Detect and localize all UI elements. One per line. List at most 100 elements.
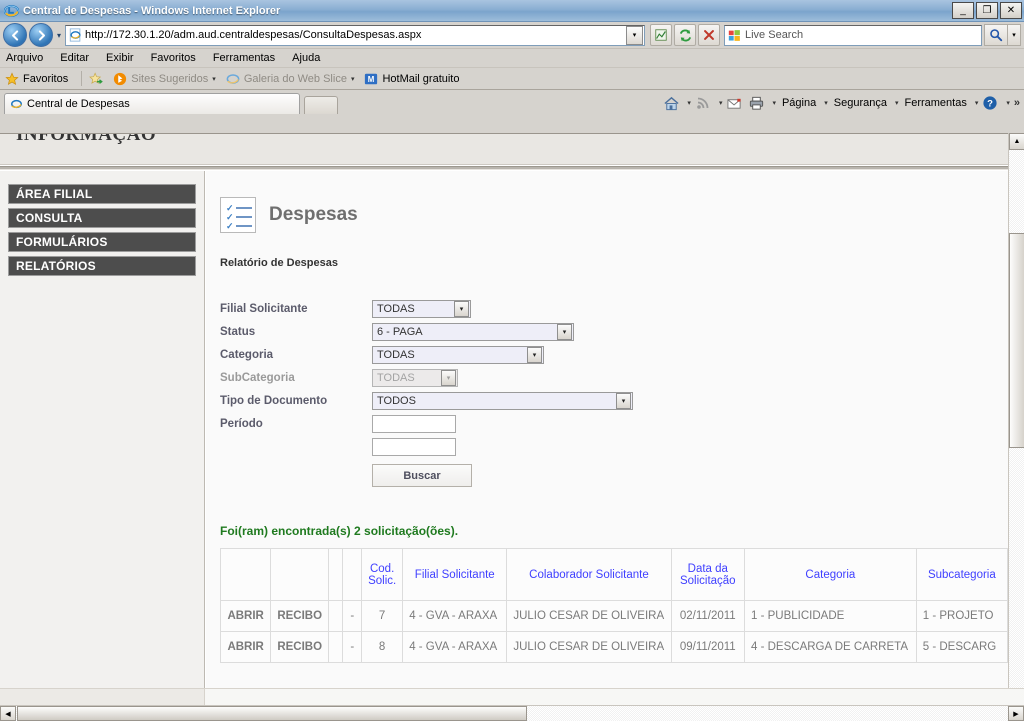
chevron-down-icon[interactable]: ▾ <box>1006 99 1010 107</box>
restore-button[interactable]: ❐ <box>976 2 998 19</box>
form-row-filial: Filial Solicitante TODAS ▾ <box>220 297 1008 320</box>
search-options-dropdown[interactable]: ▾ <box>1008 24 1021 46</box>
menu-item-exibir[interactable]: Exibir <box>106 52 134 64</box>
horizontal-scrollbar[interactable]: ◀ ▶ <box>0 705 1024 721</box>
status-segment <box>0 689 205 705</box>
minimize-button[interactable]: _ <box>952 2 974 19</box>
vertical-scrollbar[interactable]: ▲ ▼ <box>1008 133 1024 705</box>
sidebar-item-area-filial[interactable]: ÁREA FILIAL <box>8 184 196 204</box>
svg-text:?: ? <box>987 99 993 110</box>
chevron-down-icon[interactable]: ▾ <box>454 300 469 317</box>
select-filial-solicitante[interactable]: TODAS ▾ <box>372 299 471 318</box>
chevron-down-icon[interactable]: ▾ <box>772 99 776 107</box>
abrir-link[interactable]: ABRIR <box>219 631 272 663</box>
buscar-button[interactable]: Buscar <box>372 464 472 487</box>
home-icon[interactable] <box>661 93 681 113</box>
chevron-down-icon[interactable]: ▾ <box>895 99 899 107</box>
cell-filial: 4 - GVA - ARAXA <box>402 631 508 663</box>
star-icon <box>5 71 19 86</box>
favorites-label: Favoritos <box>23 72 69 85</box>
favorites-separator <box>81 71 83 86</box>
suggested-sites-item[interactable]: Sites Sugeridos ▾ <box>113 72 216 86</box>
url-bar[interactable]: http://172.30.1.20/adm.aud.centraldespes… <box>65 24 645 46</box>
window-controls: _ ❐ ✕ <box>952 2 1022 19</box>
chevron-down-icon[interactable]: ▾ <box>212 75 216 83</box>
sidebar-item-consulta[interactable]: CONSULTA <box>8 208 196 228</box>
help-icon[interactable]: ? <box>980 93 1000 113</box>
menu-bar: Arquivo Editar Exibir Favoritos Ferramen… <box>0 49 1024 68</box>
periodo-to-input[interactable] <box>372 437 456 456</box>
add-favorites-icon[interactable] <box>89 71 104 86</box>
close-button[interactable]: ✕ <box>1000 2 1022 19</box>
command-pagina[interactable]: Página <box>782 97 816 109</box>
chevron-down-icon[interactable]: ▾ <box>975 99 979 107</box>
back-button[interactable] <box>3 23 27 47</box>
recibo-link[interactable]: RECIBO <box>270 631 330 663</box>
chevron-down-icon[interactable]: ▾ <box>557 323 572 340</box>
menu-item-arquivo[interactable]: Arquivo <box>6 52 43 64</box>
horizontal-scroll-thumb[interactable] <box>17 706 527 721</box>
search-input[interactable]: Live Search <box>724 24 982 46</box>
label-filial-solicitante: Filial Solicitante <box>220 302 308 315</box>
select-value: TODAS <box>377 302 415 315</box>
periodo-from-input[interactable] <box>372 414 456 433</box>
form-row-periodo-to <box>220 435 1008 458</box>
refresh-icon[interactable] <box>674 24 696 46</box>
new-tab-button[interactable] <box>304 96 338 114</box>
chevron-down-icon[interactable]: ▾ <box>719 99 723 107</box>
label-status: Status <box>220 325 256 338</box>
recibo-link[interactable]: RECIBO <box>270 600 330 632</box>
vertical-scroll-thumb[interactable] <box>1009 233 1024 448</box>
hotmail-item[interactable]: M HotMail gratuito <box>364 72 460 86</box>
tab-central-de-despesas[interactable]: Central de Despesas <box>4 93 300 114</box>
mail-icon[interactable] <box>724 93 744 113</box>
web-slice-gallery-item[interactable]: Galeria do Web Slice ▾ <box>226 72 355 86</box>
command-ferramentas[interactable]: Ferramentas <box>904 97 966 109</box>
select-tipo-de-documento[interactable]: TODOS ▾ <box>372 391 633 410</box>
menu-item-ferramentas[interactable]: Ferramentas <box>213 52 275 64</box>
chevron-down-icon[interactable]: ▾ <box>687 99 691 107</box>
command-seguranca[interactable]: Segurança <box>834 97 887 109</box>
menu-item-editar[interactable]: Editar <box>60 52 89 64</box>
forward-button[interactable] <box>29 23 53 47</box>
sidebar: ÁREA FILIAL CONSULTA FORMULÁRIOS RELATÓR… <box>0 171 205 705</box>
scroll-right-button[interactable]: ▶ <box>1008 706 1024 721</box>
tab-favicon <box>10 97 23 111</box>
cell-data: 02/11/2011 <box>670 600 746 632</box>
menu-item-ajuda[interactable]: Ajuda <box>292 52 320 64</box>
url-dropdown-button[interactable]: ▾ <box>626 25 643 45</box>
compatibility-view-icon[interactable] <box>650 24 672 46</box>
history-dropdown-icon[interactable]: ▾ <box>53 31 65 40</box>
menu-item-favoritos[interactable]: Favoritos <box>151 52 196 64</box>
bing-icon <box>113 72 127 86</box>
cell-blank <box>328 600 344 632</box>
favorites-button[interactable]: Favoritos <box>5 71 69 86</box>
sidebar-item-formularios[interactable]: FORMULÁRIOS <box>8 232 196 252</box>
table-row: ABRIR RECIBO - 7 4 - GVA - ARAXA JULIO C… <box>219 600 1008 632</box>
rss-feed-icon[interactable] <box>693 93 713 113</box>
chevron-down-icon[interactable]: ▾ <box>824 99 828 107</box>
col-colaborador-solicitante: Colaborador Solicitante <box>506 548 672 601</box>
form-row-periodo: Período <box>220 412 1008 435</box>
cell-data: 09/11/2011 <box>670 631 746 663</box>
tab-title: Central de Despesas <box>27 98 130 110</box>
select-categoria[interactable]: TODAS ▾ <box>372 345 544 364</box>
chevron-down-icon[interactable]: ▾ <box>616 392 631 409</box>
search-go-button[interactable] <box>984 24 1008 46</box>
abrir-link[interactable]: ABRIR <box>219 600 272 632</box>
select-status[interactable]: 6 - PAGA ▾ <box>372 322 574 341</box>
chevron-down-icon[interactable]: ▾ <box>351 75 355 83</box>
page-content: INFORMAÇÃO ÁREA FILIAL CONSULTA FORMULÁR… <box>0 133 1008 705</box>
command-overflow-button[interactable]: » <box>1014 97 1020 109</box>
svg-text:M: M <box>368 75 375 84</box>
hotmail-icon: M <box>364 72 378 86</box>
scroll-up-button[interactable]: ▲ <box>1009 133 1024 150</box>
stop-icon[interactable] <box>698 24 720 46</box>
printer-icon[interactable] <box>746 93 766 113</box>
cell-subcategoria: 5 - DESCARG <box>915 631 1008 663</box>
scroll-left-button[interactable]: ◀ <box>0 706 16 721</box>
sidebar-item-relatorios[interactable]: RELATÓRIOS <box>8 256 196 276</box>
col-filial-solicitante: Filial Solicitante <box>402 548 508 601</box>
chevron-down-icon[interactable]: ▾ <box>527 346 542 363</box>
windows-logo-icon <box>728 29 741 42</box>
